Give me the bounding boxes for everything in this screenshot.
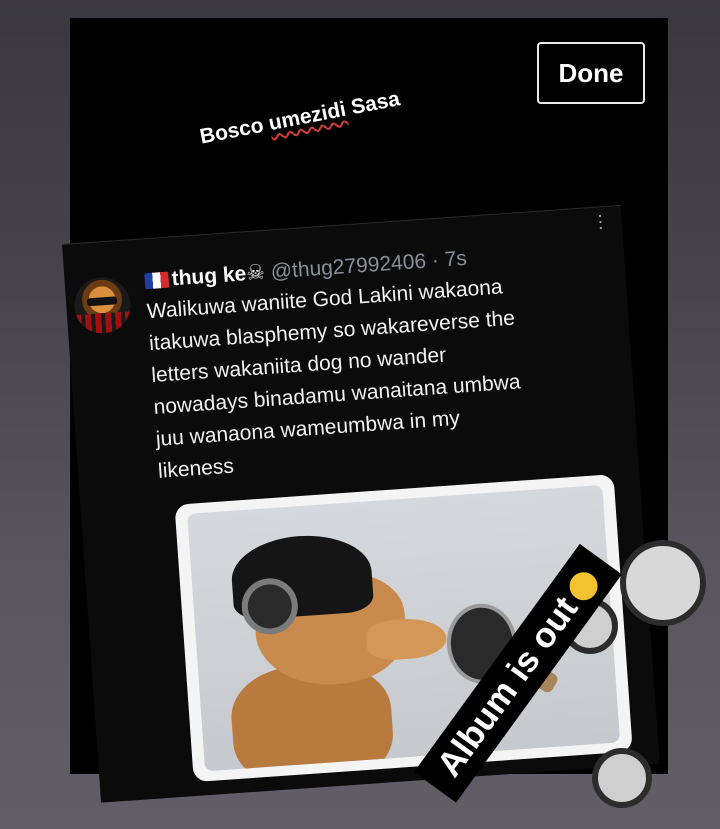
avatar [72,275,133,336]
timestamp: 7s [443,246,468,272]
selection-handle-circle[interactable] [620,540,706,626]
more-vertical-icon[interactable]: · · · [596,204,605,238]
cloth-pattern [75,311,133,336]
laughing-emoji-icon [563,566,603,606]
dog-snout-shape [365,616,448,662]
selection-handle-circle-bottom[interactable] [592,748,652,808]
display-name: thug ke [170,262,247,291]
france-flag-icon [144,271,170,290]
tweet-text: Walikuwa waniite God Lakini wakaona itak… [146,275,522,483]
sunglasses-icon [86,296,118,307]
tweet-screenshot: · · · thug ke☠ @thug27992406 · 7s Walikuwa… [62,204,660,803]
done-button[interactable]: Done [537,42,645,104]
skull-icon: ☠ [245,260,266,286]
separator: · [425,248,446,273]
